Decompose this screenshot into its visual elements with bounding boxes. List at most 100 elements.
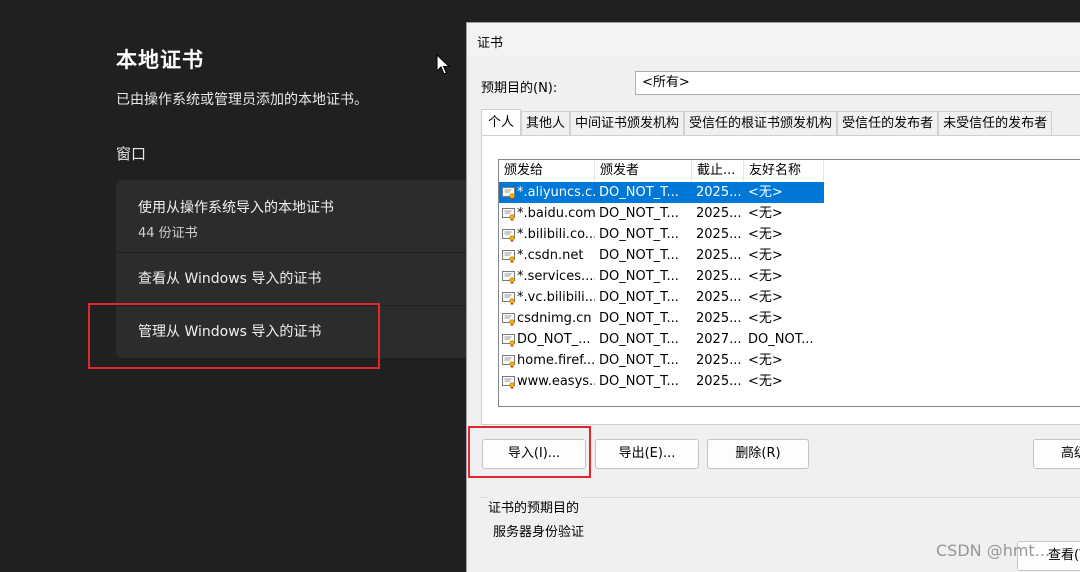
table-row[interactable]: DO_NOT_... DO_NOT_T... 2027... DO_NOT... xyxy=(499,329,824,350)
table-row[interactable]: home.firef... DO_NOT_T... 2025... <无> xyxy=(499,350,824,371)
column-header-friendly-name[interactable]: 友好名称 xyxy=(744,160,824,182)
setting-label: 管理从 Windows 导入的证书 xyxy=(138,324,322,340)
list-header: 颁发给 颁发者 截止... 友好名称 xyxy=(499,160,824,182)
dialog-titlebar[interactable]: 证书 xyxy=(467,23,1080,57)
issued-to-text: www.easys... xyxy=(517,374,595,389)
certificate-icon xyxy=(502,354,515,368)
cell-issuer: DO_NOT_T... xyxy=(599,374,679,389)
cell-issuer: DO_NOT_T... xyxy=(599,269,679,284)
cell-issuer: DO_NOT_T... xyxy=(599,248,679,263)
issued-to-text: *.bilibili.co... xyxy=(517,227,595,242)
cell-friendly-name: DO_NOT... xyxy=(748,332,814,347)
column-header-expiration[interactable]: 截止... xyxy=(692,160,744,182)
cell-issued-to: csdnimg.cn xyxy=(499,308,595,329)
table-row[interactable]: *.vc.bilibili... DO_NOT_T... 2025... <无> xyxy=(499,287,824,308)
certificate-icon xyxy=(502,228,515,242)
certificate-icon xyxy=(502,375,515,389)
delete-button[interactable]: 删除(R) xyxy=(707,439,809,469)
cert-purposes-group: 证书的预期目的 服务器身份验证 xyxy=(481,497,1080,572)
cell-expiration: 2025... xyxy=(696,374,742,389)
cell-friendly-name: <无> xyxy=(748,269,783,284)
export-button[interactable]: 导出(E)... xyxy=(595,439,699,469)
cell-friendly-name: <无> xyxy=(748,311,783,326)
settings-panel: 本地证书 已由操作系统或管理员添加的本地证书。 窗口 使用从操作系统导入的本地证… xyxy=(0,0,476,572)
tab-trusted-publishers[interactable]: 受信任的发布者 xyxy=(837,111,939,136)
column-header-issued-to[interactable]: 颁发给 xyxy=(499,160,595,182)
cell-expiration: 2025... xyxy=(696,269,742,284)
certificates-dialog: 证书 预期目的(N): <所有> 个人 其他人 中间证书颁发机构 受信任的根证书… xyxy=(466,22,1080,572)
cell-issued-to: *.vc.bilibili... xyxy=(499,287,595,308)
cell-friendly-name: <无> xyxy=(748,227,783,242)
import-button[interactable]: 导入(I)... xyxy=(482,439,586,469)
cell-expiration: 2025... xyxy=(696,248,742,263)
cell-issuer: DO_NOT_T... xyxy=(599,227,679,242)
cell-friendly-name: <无> xyxy=(748,290,783,305)
page-description: 已由操作系统或管理员添加的本地证书。 xyxy=(116,92,368,108)
cell-issuer: DO_NOT_T... xyxy=(599,353,679,368)
issued-to-text: *.baidu.com xyxy=(517,206,595,221)
cell-issuer: DO_NOT_T... xyxy=(599,185,679,200)
cell-issued-to: *.services.... xyxy=(499,266,595,287)
list-body: *.aliyuncs.c...DO_NOT_T...2025...<无>*.ba… xyxy=(499,182,824,392)
table-row[interactable]: *.csdn.net DO_NOT_T... 2025... <无> xyxy=(499,245,824,266)
manage-windows-certs-item[interactable]: 管理从 Windows 导入的证书 xyxy=(116,306,476,358)
cert-count: 44 份证书 xyxy=(138,226,198,241)
cell-friendly-name: <无> xyxy=(748,374,783,389)
certificate-icon xyxy=(502,312,515,326)
cell-issued-to: home.firef... xyxy=(499,350,595,371)
cell-friendly-name: <无> xyxy=(748,353,783,368)
setting-label: 查看从 Windows 导入的证书 xyxy=(138,271,322,287)
intended-purpose-select[interactable]: <所有> xyxy=(635,71,1080,95)
cell-issued-to: www.easys... xyxy=(499,371,595,392)
advanced-button[interactable]: 高级 xyxy=(1033,439,1080,469)
cell-expiration: 2025... xyxy=(696,311,742,326)
section-label-window: 窗口 xyxy=(116,145,147,163)
certificate-icon xyxy=(502,333,515,347)
cell-expiration: 2025... xyxy=(696,290,742,305)
issued-to-text: csdnimg.cn xyxy=(517,311,592,326)
cell-expiration: 2025... xyxy=(696,227,742,242)
table-row[interactable]: csdnimg.cn DO_NOT_T... 2025... <无> xyxy=(499,308,824,329)
tab-intermediate-ca[interactable]: 中间证书颁发机构 xyxy=(570,111,685,136)
certificate-icon xyxy=(502,270,515,284)
table-row[interactable]: www.easys... DO_NOT_T... 2025... <无> xyxy=(499,371,824,392)
certificate-icon xyxy=(502,207,515,221)
tab-personal[interactable]: 个人 xyxy=(481,109,522,137)
cell-issuer: DO_NOT_T... xyxy=(599,206,679,221)
tab-panel: 颁发给 颁发者 截止... 友好名称 *.aliyuncs.c... DO_NOT… xyxy=(481,135,1080,425)
setting-label: 使用从操作系统导入的本地证书 xyxy=(138,200,334,216)
table-row[interactable]: *.aliyuncs.c... DO_NOT_T... 2025... <无> xyxy=(499,182,824,203)
cell-issued-to: *.csdn.net xyxy=(499,245,595,266)
cell-expiration: 2025... xyxy=(696,353,742,368)
cell-issuer: DO_NOT_T... xyxy=(599,290,679,305)
issued-to-text: DO_NOT_... xyxy=(517,332,591,347)
cell-issued-to: *.baidu.com xyxy=(499,203,595,224)
cert-purposes-title: 证书的预期目的 xyxy=(488,497,582,516)
cell-issued-to: DO_NOT_... xyxy=(499,329,595,350)
issued-to-text: home.firef... xyxy=(517,353,595,368)
table-row[interactable]: *.baidu.com DO_NOT_T... 2025... <无> xyxy=(499,203,824,224)
tab-untrusted-publishers[interactable]: 未受信任的发布者 xyxy=(938,111,1053,136)
certificate-icon xyxy=(502,249,515,263)
intended-purpose-label: 预期目的(N): xyxy=(481,81,558,96)
cell-issued-to: *.bilibili.co... xyxy=(499,224,595,245)
use-os-certs-setting[interactable]: 使用从操作系统导入的本地证书 44 份证书 xyxy=(116,180,476,252)
issued-to-text: *.services.... xyxy=(517,269,595,284)
cell-friendly-name: <无> xyxy=(748,206,783,221)
column-header-issuer[interactable]: 颁发者 xyxy=(595,160,692,182)
cell-expiration: 2025... xyxy=(696,185,742,200)
mouse-cursor-icon xyxy=(436,54,450,75)
issued-to-text: *.csdn.net xyxy=(517,248,584,263)
tab-trusted-root-ca[interactable]: 受信任的根证书颁发机构 xyxy=(684,111,838,136)
dialog-title: 证书 xyxy=(477,36,504,51)
cell-expiration: 2025... xyxy=(696,206,742,221)
tab-other-people[interactable]: 其他人 xyxy=(521,111,571,136)
certificate-list[interactable]: 颁发给 颁发者 截止... 友好名称 *.aliyuncs.c... DO_NOT… xyxy=(498,159,1080,407)
cell-friendly-name: <无> xyxy=(748,248,783,263)
certificate-icon xyxy=(502,291,515,305)
table-row[interactable]: *.bilibili.co... DO_NOT_T... 2025... <无> xyxy=(499,224,824,245)
table-row[interactable]: *.services.... DO_NOT_T... 2025... <无> xyxy=(499,266,824,287)
page-title: 本地证书 xyxy=(116,48,204,72)
cell-issuer: DO_NOT_T... xyxy=(599,311,679,326)
view-windows-certs-item[interactable]: 查看从 Windows 导入的证书 xyxy=(116,253,476,305)
